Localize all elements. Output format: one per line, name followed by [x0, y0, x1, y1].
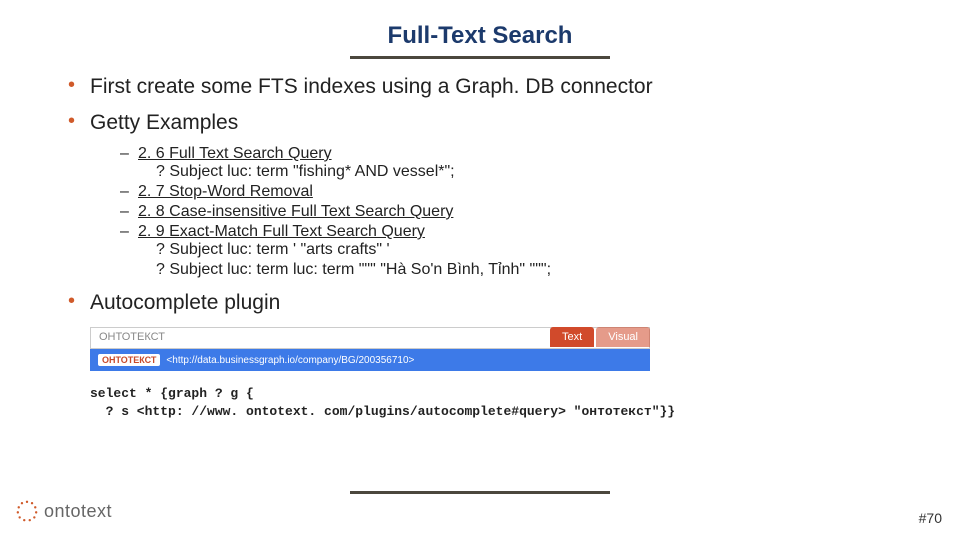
- getty-sublist: 2. 6 Full Text Search Query ? Subject lu…: [90, 145, 930, 279]
- sub-item-2-7: 2. 7 Stop-Word Removal: [120, 183, 930, 201]
- autocomplete-screenshot: ОНТОТЕКСТ Text Visual ОНТОТЕКСТ <http://…: [90, 327, 650, 375]
- page-number: #70: [919, 510, 942, 526]
- query-detail: ? Subject luc: term luc: term """ "Hà So…: [138, 261, 930, 279]
- logo-icon: [16, 500, 38, 522]
- bullet-text: First create some FTS indexes using a Gr…: [90, 75, 653, 98]
- tab-visual[interactable]: Visual: [596, 327, 650, 347]
- link-2-7[interactable]: 2. 7 Stop-Word Removal: [138, 183, 313, 200]
- slide: Full-Text Search First create some FTS i…: [0, 0, 960, 540]
- footer-underline: [350, 491, 610, 494]
- sub-item-2-9: 2. 9 Exact-Match Full Text Search Query …: [120, 223, 930, 279]
- main-list: First create some FTS indexes using a Gr…: [30, 75, 930, 315]
- query-detail: ? Subject luc: term ' "arts crafts" ': [138, 241, 930, 259]
- sub-item-2-8: 2. 8 Case-insensitive Full Text Search Q…: [120, 203, 930, 221]
- bullet-fts-indexes: First create some FTS indexes using a Gr…: [68, 75, 930, 99]
- query-detail: ? Subject luc: term "fishing* AND vessel…: [138, 163, 930, 181]
- suggestion-chip: ОНТОТЕКСТ: [98, 354, 160, 366]
- bullet-text: Getty Examples: [90, 111, 238, 134]
- title-underline: [350, 56, 610, 59]
- tab-text[interactable]: Text: [550, 327, 594, 347]
- link-2-8[interactable]: 2. 8 Case-insensitive Full Text Search Q…: [138, 203, 453, 220]
- sub-item-2-6: 2. 6 Full Text Search Query ? Subject lu…: [120, 145, 930, 181]
- logo: ontotext: [16, 500, 112, 522]
- page-title: Full-Text Search: [30, 22, 930, 50]
- autocomplete-suggestion[interactable]: ОНТОТЕКСТ <http://data.businessgraph.io/…: [90, 349, 650, 371]
- bullet-autocomplete: Autocomplete plugin: [68, 291, 930, 315]
- link-2-6[interactable]: 2. 6 Full Text Search Query: [138, 145, 332, 162]
- link-2-9[interactable]: 2. 9 Exact-Match Full Text Search Query: [138, 223, 425, 240]
- bullet-text: Autocomplete plugin: [90, 291, 280, 314]
- suggestion-uri: <http://data.businessgraph.io/company/BG…: [166, 355, 414, 366]
- autocomplete-tabs: Text Visual: [548, 327, 650, 347]
- code-block: select * {graph ? g { ? s <http: //www. …: [90, 385, 930, 420]
- bullet-getty-examples: Getty Examples 2. 6 Full Text Search Que…: [68, 111, 930, 279]
- logo-text: ontotext: [44, 501, 112, 522]
